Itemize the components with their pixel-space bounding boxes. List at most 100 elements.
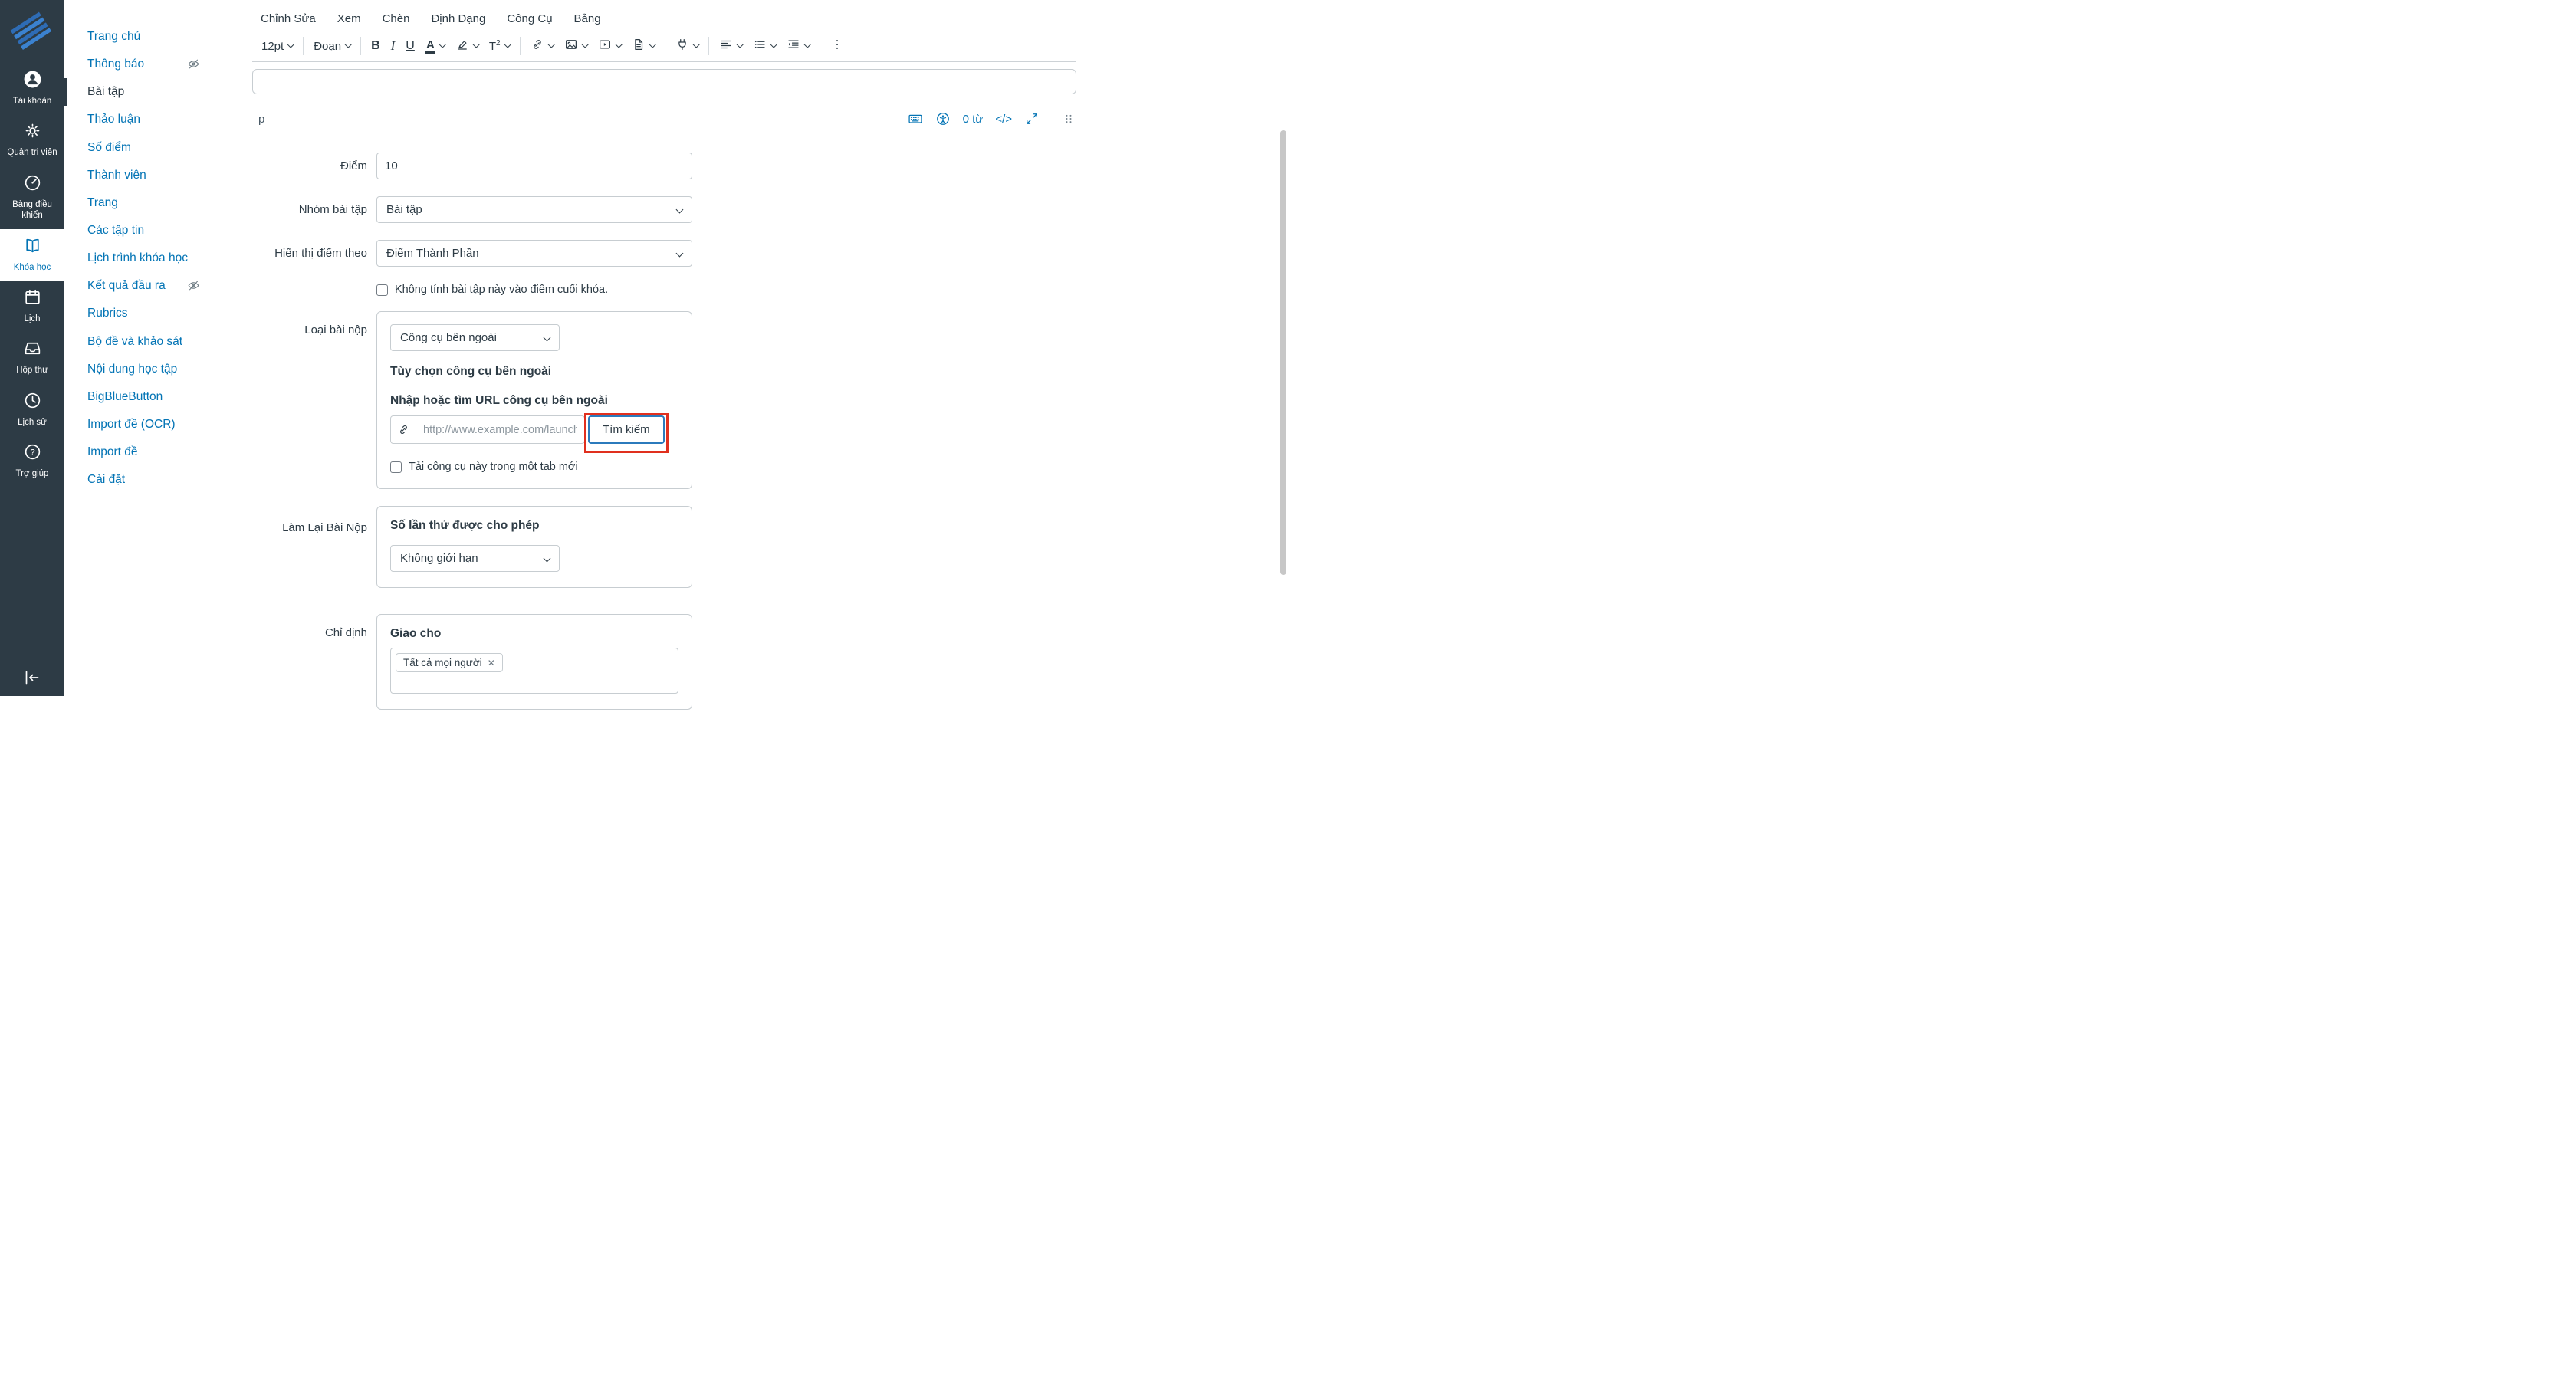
underline-button[interactable]: U	[400, 34, 420, 58]
brand-logo-icon	[10, 11, 52, 50]
list-button[interactable]	[748, 34, 781, 58]
load-in-new-tab-checkbox[interactable]	[390, 461, 402, 473]
find-tool-button[interactable]: Tìm kiếm	[588, 415, 665, 444]
brand-logo[interactable]	[0, 0, 64, 63]
italic-button[interactable]: I	[386, 34, 401, 58]
fullscreen-icon[interactable]	[1024, 111, 1040, 126]
toolbar-separator	[303, 37, 304, 55]
remove-token-icon[interactable]: ✕	[488, 658, 495, 668]
highlight-color-button[interactable]	[450, 34, 484, 58]
collapse-global-nav-button[interactable]	[0, 668, 64, 687]
bullet-list-icon	[753, 38, 767, 54]
chevron-down-icon	[614, 40, 623, 48]
allowed-attempts-value: Không giới hạn	[400, 552, 478, 565]
load-in-new-tab-option[interactable]: Tải công cụ này trong một tab mới	[390, 461, 678, 473]
rich-text-editor-body[interactable]	[252, 69, 1076, 94]
course-nav-import[interactable]: Import đề	[64, 438, 248, 466]
global-nav-courses[interactable]: Khóa học	[0, 228, 64, 281]
more-vertical-icon	[830, 38, 844, 54]
course-nav-syllabus[interactable]: Lịch trình khóa học	[64, 245, 248, 272]
external-tool-url-input[interactable]	[416, 415, 585, 444]
external-tool-options-title: Tùy chọn công cụ bên ngoài	[390, 365, 552, 378]
menu-insert[interactable]: Chèn	[383, 12, 410, 25]
resize-drag-handle[interactable]	[1061, 111, 1076, 126]
submission-type-row: Loại bài nộp Công cụ bên ngoài Tùy chọn …	[248, 311, 1288, 489]
global-nav-admin[interactable]: Quản trị viên	[0, 114, 64, 166]
avatar-icon	[23, 70, 42, 93]
menu-format[interactable]: Định Dạng	[431, 12, 485, 25]
display-grade-value: Điểm Thành Phần	[386, 247, 479, 260]
course-nav-rubrics[interactable]: Rubrics	[64, 300, 248, 327]
global-nav-calendar[interactable]: Lịch	[0, 281, 64, 332]
vertical-scrollbar[interactable]	[1280, 130, 1286, 575]
course-nav-announcements[interactable]: Thông báo	[64, 51, 248, 78]
align-button[interactable]	[714, 34, 748, 58]
global-nav-account[interactable]: Tài khoản	[0, 63, 64, 114]
indent-button[interactable]	[781, 34, 815, 58]
course-nav-settings[interactable]: Cài đặt	[64, 466, 248, 494]
course-nav-grades[interactable]: Số điểm	[64, 134, 248, 162]
menu-view[interactable]: Xem	[337, 12, 361, 25]
paragraph-format-dropdown[interactable]: Đoạn	[308, 34, 356, 58]
image-button[interactable]	[559, 34, 593, 58]
points-input[interactable]	[376, 153, 692, 179]
assignment-group-select[interactable]: Bài tập	[376, 196, 692, 223]
display-grade-select[interactable]: Điểm Thành Phần	[376, 240, 692, 267]
bold-button[interactable]: B	[366, 34, 386, 58]
history-icon	[23, 391, 42, 414]
course-nav-announcements-label: Thông báo	[87, 57, 145, 71]
hidden-eye-icon	[187, 279, 200, 297]
assignee-token[interactable]: Tất cả mọi người ✕	[396, 653, 503, 672]
superscript-button[interactable]: T2	[484, 34, 515, 58]
menu-table[interactable]: Bảng	[574, 12, 601, 25]
global-nav-admin-label: Quản trị viên	[7, 148, 58, 158]
indent-icon	[787, 38, 800, 54]
global-nav-history[interactable]: Lịch sử	[0, 384, 64, 435]
html-editor-toggle[interactable]: </>	[995, 113, 1012, 126]
chevron-down-icon	[580, 40, 589, 48]
apps-lti-button[interactable]	[670, 34, 704, 58]
course-nav-bigbluebutton[interactable]: BigBlueButton	[64, 383, 248, 411]
course-nav-outcomes[interactable]: Kết quả đầu ra	[64, 272, 248, 300]
omit-final-grade-option[interactable]: Không tính bài tập này vào điểm cuối khó…	[376, 284, 692, 296]
document-button[interactable]	[626, 34, 660, 58]
menu-tools[interactable]: Công Cụ	[507, 12, 552, 25]
global-nav-dashboard-label: Bảng điều khiển	[12, 199, 52, 221]
course-nav-quizzes[interactable]: Bộ đề và khảo sát	[64, 328, 248, 356]
chevron-down-icon	[692, 40, 700, 48]
global-nav-help[interactable]: ? Trợ giúp	[0, 435, 64, 487]
allowed-attempts-select[interactable]: Không giới hạn	[390, 545, 560, 572]
italic-glyph: I	[390, 38, 396, 53]
submission-type-select[interactable]: Công cụ bên ngoài	[390, 324, 560, 351]
global-nav-inbox-label: Hộp thư	[16, 366, 48, 376]
assign-to-input[interactable]: Tất cả mọi người ✕	[390, 648, 678, 694]
omit-final-grade-checkbox[interactable]	[376, 284, 388, 296]
font-size-dropdown[interactable]: 12pt	[256, 34, 298, 58]
course-nav-pages[interactable]: Trang	[64, 189, 248, 217]
link-button[interactable]	[525, 34, 559, 58]
calendar-icon	[23, 287, 42, 310]
global-nav-calendar-label: Lịch	[24, 314, 41, 323]
text-color-icon: A	[425, 39, 435, 54]
course-nav-people[interactable]: Thành viên	[64, 162, 248, 189]
course-nav-import-ocr[interactable]: Import đề (OCR)	[64, 411, 248, 438]
global-nav-dashboard[interactable]: Bảng điều khiển	[0, 166, 64, 229]
keyboard-shortcuts-button[interactable]	[908, 111, 923, 126]
font-size-value: 12pt	[261, 39, 284, 53]
course-nav-assignments[interactable]: Bài tập	[64, 78, 248, 107]
global-nav-account-label: Tài khoản	[12, 97, 52, 106]
course-nav-syllabus-label: Lịch trình khóa học	[87, 251, 188, 265]
global-nav-inbox[interactable]: Hộp thư	[0, 332, 64, 383]
course-nav-modules[interactable]: Nội dung học tập	[64, 356, 248, 383]
more-toolbar-button[interactable]	[825, 34, 849, 58]
chevron-down-icon	[735, 40, 744, 48]
course-nav-discussions[interactable]: Thảo luận	[64, 106, 248, 133]
accessibility-checker-button[interactable]	[935, 111, 951, 126]
course-nav-files[interactable]: Các tập tin	[64, 217, 248, 245]
course-nav-home[interactable]: Trang chủ	[64, 23, 248, 51]
media-button[interactable]	[593, 34, 626, 58]
link-lookup-button[interactable]	[390, 415, 416, 444]
menu-edit[interactable]: Chỉnh Sửa	[261, 12, 316, 25]
text-color-button[interactable]: A	[420, 34, 450, 58]
global-nav-help-label: Trợ giúp	[15, 469, 49, 478]
